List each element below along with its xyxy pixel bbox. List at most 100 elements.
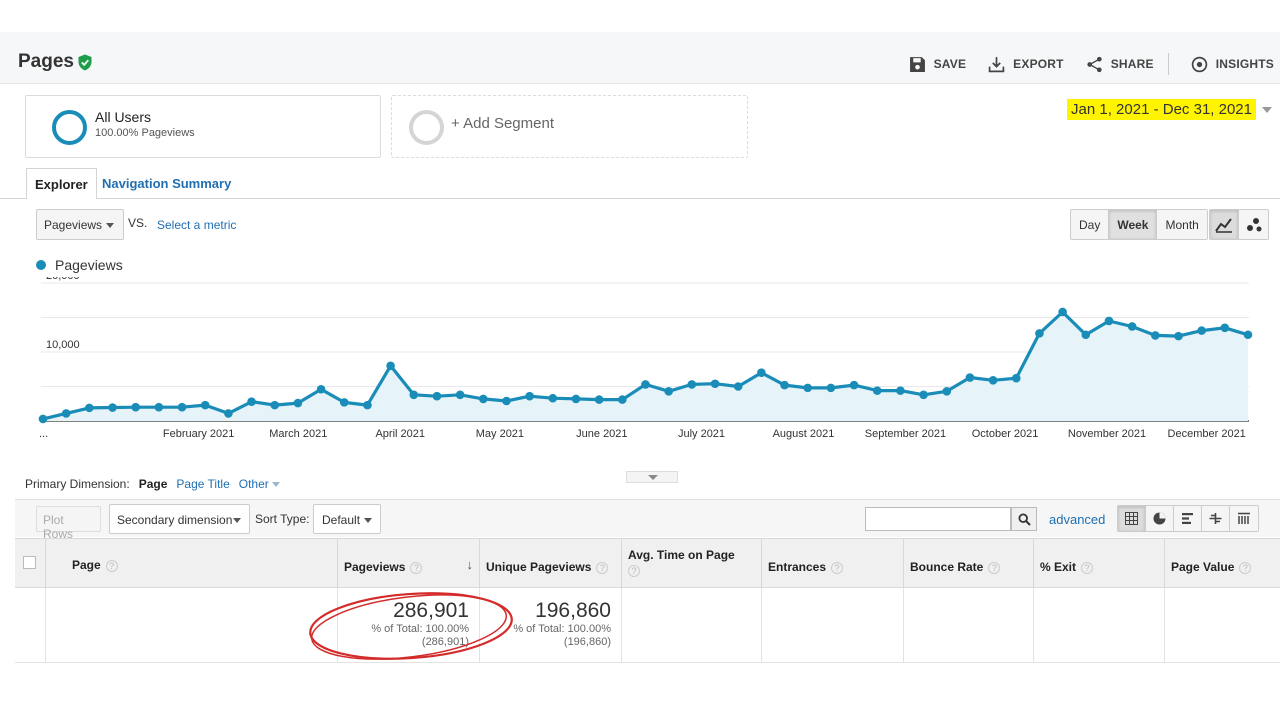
data-point (131, 402, 140, 412)
export-button[interactable]: EXPORT (988, 56, 1064, 73)
granularity-month-button[interactable]: Month (1157, 210, 1207, 239)
column-page-value-label: Page Value (1171, 560, 1235, 574)
help-icon[interactable]: ? (831, 561, 844, 574)
column-entrances[interactable]: Entrances? (761, 539, 903, 588)
x-tick-label: November 2021 (1068, 428, 1146, 440)
dimension-page[interactable]: Page (139, 477, 168, 491)
legend-dot (36, 260, 46, 270)
sort-type-caret-icon (364, 518, 372, 523)
column-unique-pageviews-label: Unique Pageviews (486, 560, 592, 574)
dimension-other[interactable]: Other (239, 477, 280, 491)
vs-label: VS. (128, 216, 148, 230)
data-point (664, 387, 673, 396)
help-icon[interactable]: ? (988, 561, 1001, 574)
empty-segment-ring-icon (409, 110, 444, 145)
data-point (38, 414, 48, 424)
data-point (1174, 331, 1183, 341)
column-bounce-rate[interactable]: Bounce Rate? (903, 539, 1033, 588)
share-icon (1087, 56, 1102, 72)
help-icon[interactable]: ? (596, 561, 609, 574)
data-point (594, 395, 604, 404)
metric-caret-icon (106, 223, 114, 228)
bar-list-icon (1182, 513, 1193, 524)
data-point (896, 386, 905, 395)
data-point (247, 397, 256, 406)
data-table-view-button[interactable] (1118, 506, 1146, 531)
column-avg-time-on-page[interactable]: Avg. Time on Page? (621, 539, 761, 588)
plot-rows-button[interactable]: Plot Rows (36, 506, 101, 541)
date-range-picker[interactable]: Jan 1, 2021 - Dec 31, 2021 (1067, 97, 1272, 122)
advanced-filter-link[interactable]: advanced (1049, 512, 1105, 527)
actions-divider (1167, 53, 1169, 75)
data-point (618, 395, 627, 404)
data-point (571, 394, 581, 404)
segment-all-users[interactable]: All Users 100.00% Pageviews (25, 95, 381, 158)
metric-dropdown[interactable]: Pageviews (36, 209, 124, 240)
add-segment-button[interactable]: + Add Segment (391, 95, 748, 158)
table-search-input[interactable] (865, 507, 1011, 531)
y-tick-label: 20,000 (46, 277, 80, 282)
column-page-value[interactable]: Page Value? (1164, 539, 1280, 588)
data-point (548, 393, 558, 403)
search-icon (1017, 512, 1031, 526)
segment-subtitle: 100.00% Pageviews (95, 127, 195, 139)
metric-dropdown-value: Pageviews (44, 218, 103, 232)
data-point (432, 391, 442, 401)
tab-navigation-summary[interactable]: Navigation Summary (94, 168, 239, 199)
performance-view-button[interactable] (1174, 506, 1202, 531)
column-avg-time-label: Avg. Time on Page (628, 548, 735, 562)
help-icon[interactable]: ? (410, 561, 423, 574)
share-button[interactable]: SHARE (1086, 56, 1154, 73)
data-point (1011, 373, 1021, 383)
x-tick-label: ... (39, 428, 48, 440)
data-point (1197, 326, 1206, 335)
line-chart-button[interactable] (1210, 210, 1239, 239)
data-point (339, 398, 349, 407)
column-exit[interactable]: % Exit? (1033, 539, 1164, 588)
motion-chart-button[interactable] (1239, 210, 1268, 239)
sort-type-label: Sort Type: (255, 512, 310, 526)
secondary-dimension-dropdown[interactable]: Secondary dimension (109, 504, 250, 534)
data-point (409, 390, 419, 400)
comparison-icon (1209, 513, 1222, 524)
data-point (1081, 330, 1091, 340)
totals-entrances-cell-redacted (761, 588, 903, 663)
segment-name: All Users (95, 109, 152, 125)
report-actions: SAVE EXPORT SHARE INSIGHTS (909, 53, 1274, 75)
add-segment-label: + Add Segment (451, 115, 554, 132)
save-button[interactable]: SAVE (909, 56, 967, 73)
bubble-chart-icon (1246, 217, 1261, 231)
sort-type-dropdown[interactable]: Default (313, 504, 381, 534)
data-point (1127, 322, 1137, 331)
insights-button[interactable]: INSIGHTS (1191, 56, 1274, 73)
verified-shield-icon (78, 54, 92, 71)
x-tick-label: May 2021 (476, 428, 524, 440)
select-metric-link[interactable]: Select a metric (157, 218, 236, 232)
y-tick-label: 10,000 (46, 339, 80, 351)
data-point (710, 379, 720, 389)
dimension-page-title[interactable]: Page Title (176, 477, 229, 491)
help-icon[interactable]: ? (1081, 561, 1094, 574)
column-page[interactable]: Page? (45, 539, 337, 588)
column-pageviews[interactable]: Pageviews? ↓ (337, 539, 479, 588)
data-point (803, 383, 813, 393)
help-icon[interactable]: ? (1239, 561, 1252, 574)
data-point (780, 380, 789, 390)
grid-table-icon (1125, 512, 1138, 525)
date-range-text: Jan 1, 2021 - Dec 31, 2021 (1067, 99, 1256, 120)
floppy-disk-icon (909, 56, 925, 72)
help-icon[interactable]: ? (105, 559, 118, 572)
pivot-view-button[interactable] (1230, 506, 1258, 531)
help-icon[interactable]: ? (628, 565, 640, 578)
table-search-button[interactable] (1011, 507, 1037, 531)
percentage-view-button[interactable] (1146, 506, 1174, 531)
granularity-day-button[interactable]: Day (1071, 210, 1110, 239)
select-all-checkbox[interactable] (23, 556, 36, 569)
comparison-view-button[interactable] (1202, 506, 1230, 531)
column-unique-pageviews[interactable]: Unique Pageviews? (479, 539, 621, 588)
granularity-week-button[interactable]: Week (1109, 210, 1158, 239)
tab-explorer[interactable]: Explorer (26, 168, 97, 200)
data-point (224, 409, 233, 418)
chart-collapse-handle[interactable] (626, 471, 678, 483)
column-entrances-label: Entrances (768, 560, 827, 574)
